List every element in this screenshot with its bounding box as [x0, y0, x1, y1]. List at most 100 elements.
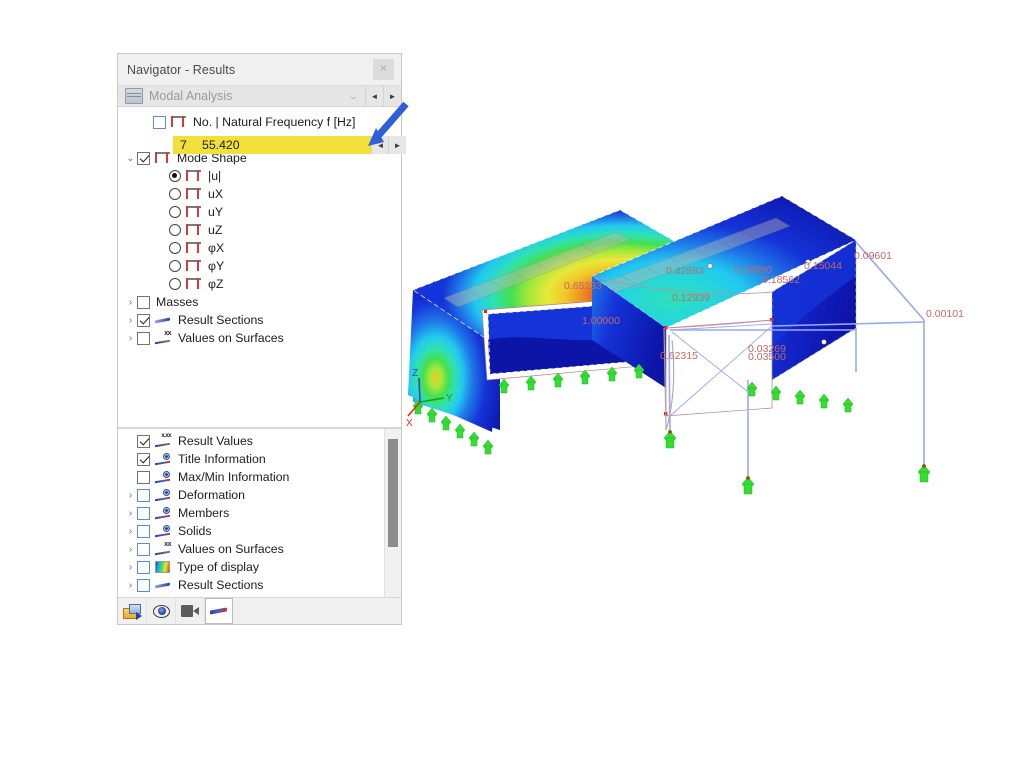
display-option-members[interactable]: › Members: [118, 504, 401, 522]
radio-uX[interactable]: [169, 188, 181, 200]
tree-item-label: No. | Natural Frequency f [Hz]: [193, 115, 356, 129]
tree-item-y[interactable]: φY: [150, 257, 401, 275]
display-option-result-sections[interactable]: › Result Sections: [118, 576, 401, 594]
radio-|u|[interactable]: [169, 170, 181, 182]
display-option-values-on-surfaces[interactable]: › xx Values on Surfaces: [118, 540, 401, 558]
expander-icon[interactable]: ›: [124, 508, 137, 519]
svg-text:X: X: [406, 418, 413, 429]
type-of-display-icon: [155, 561, 170, 573]
tree-item-uz[interactable]: uZ: [150, 221, 401, 239]
display-option-type-of-display[interactable]: › Type of display: [118, 558, 401, 576]
tree-item-values-on-surfaces[interactable]: › xx Values on Surfaces: [118, 329, 401, 347]
checkbox-values-on-surfaces[interactable]: [137, 542, 150, 556]
tree-item-masses[interactable]: › Masses: [118, 293, 401, 311]
expander-icon[interactable]: ›: [124, 297, 137, 308]
tree-item-no-natural-frequency-f-hz[interactable]: No. | Natural Frequency f [Hz]: [134, 113, 401, 131]
selected-mode-row[interactable]: 7 55.420 ⌄: [173, 136, 402, 154]
mode-next-button[interactable]: ►: [388, 136, 406, 154]
tree-item-uy[interactable]: uY: [150, 203, 401, 221]
result-sections-icon: [155, 579, 171, 591]
display-option-max-min-information[interactable]: Max/Min Information: [118, 468, 401, 486]
tree-item-z[interactable]: φZ: [150, 275, 401, 293]
tree-item-ux[interactable]: uX: [150, 185, 401, 203]
display-option-deformation[interactable]: › Deformation: [118, 486, 401, 504]
display-option-label: Result Values: [178, 434, 253, 448]
tree-item-label: φX: [208, 241, 225, 255]
display-options-scrollbar[interactable]: [384, 429, 401, 597]
checkbox-result-sections[interactable]: [137, 313, 150, 327]
checkbox-title-information[interactable]: [137, 452, 150, 466]
chevron-down-icon[interactable]: ⌄: [347, 91, 358, 102]
surface-icon: [186, 170, 201, 182]
expander-icon[interactable]: ›: [124, 490, 137, 501]
expander-icon[interactable]: ⌄: [124, 153, 137, 164]
surface-icon: [186, 242, 201, 254]
results-display-icon[interactable]: [205, 598, 233, 624]
expander-icon[interactable]: ›: [124, 526, 137, 537]
surface-icon: [171, 116, 186, 128]
checkbox-solids[interactable]: [137, 524, 150, 538]
model-viewport[interactable]: X Y Z 0.65233 1.00000 0.42883 0.12939 0.1899…: [404, 180, 1024, 520]
checkbox-max-min-information[interactable]: [137, 470, 150, 484]
open-project-icon[interactable]: [118, 598, 147, 624]
checkbox-result-values[interactable]: [137, 434, 150, 448]
display-option-label: Max/Min Information: [178, 470, 290, 484]
solids-icon: [155, 525, 171, 538]
navigator-title: Navigator - Results: [127, 62, 236, 77]
analysis-prev-button[interactable]: ◄: [365, 86, 383, 106]
tree-item-label: φY: [208, 259, 225, 273]
display-option-label: Result Sections: [178, 578, 264, 592]
scrollbar-thumb[interactable]: [388, 439, 398, 547]
expander-icon[interactable]: ›: [124, 315, 137, 326]
checkbox-type-of-display[interactable]: [137, 560, 150, 574]
maxmin-information-icon: [155, 471, 171, 484]
mode-prev-button[interactable]: ◄: [371, 136, 389, 154]
analysis-type-combo[interactable]: Modal Analysis ⌄ ◄ ►: [118, 85, 401, 107]
display-option-label: Members: [178, 506, 230, 520]
tree-item-label: uZ: [208, 223, 223, 237]
navigator-bottom-toolbar: [118, 597, 401, 624]
tree-item-label: φZ: [208, 277, 224, 291]
checkbox-values-on-surfaces[interactable]: [137, 331, 150, 345]
radio-φZ[interactable]: [169, 278, 181, 290]
tree-item-u[interactable]: |u|: [150, 167, 401, 185]
checkbox-no-natural-frequency-f-hz[interactable]: [153, 115, 166, 129]
checkbox-result-sections[interactable]: [137, 578, 150, 592]
visibility-eye-icon[interactable]: [147, 598, 176, 624]
values-on-surfaces-icon: xx: [155, 330, 171, 345]
display-option-solids[interactable]: › Solids: [118, 522, 401, 540]
expander-icon[interactable]: ›: [124, 562, 137, 573]
result-sections-icon: [155, 314, 171, 326]
display-option-result-values[interactable]: x.xx Result Values: [118, 432, 401, 450]
radio-φX[interactable]: [169, 242, 181, 254]
values-on-surfaces-icon: xx: [155, 541, 171, 556]
checkbox-deformation[interactable]: [137, 488, 150, 502]
result-values-icon: x.xx: [155, 433, 171, 448]
tree-item-x[interactable]: φX: [150, 239, 401, 257]
radio-uY[interactable]: [169, 206, 181, 218]
analysis-next-button[interactable]: ►: [383, 86, 401, 106]
radio-uZ[interactable]: [169, 224, 181, 236]
surface-icon: [186, 278, 201, 290]
camera-icon[interactable]: [176, 598, 205, 624]
display-option-label: Deformation: [178, 488, 245, 502]
radio-φY[interactable]: [169, 260, 181, 272]
tree-item-result-sections[interactable]: › Result Sections: [118, 311, 401, 329]
expander-icon[interactable]: ›: [124, 333, 137, 344]
close-icon[interactable]: ✕: [373, 59, 394, 80]
expander-icon[interactable]: ›: [124, 580, 137, 591]
expander-icon[interactable]: ›: [124, 544, 137, 555]
checkbox-members[interactable]: [137, 506, 150, 520]
mode-frequency: 55.420: [202, 138, 240, 152]
checkbox-masses[interactable]: [137, 295, 150, 309]
results-tree: No. | Natural Frequency f [Hz] ⌄ Mode Shap…: [118, 107, 401, 428]
deformation-icon: [155, 489, 171, 502]
svg-text:Y: Y: [446, 393, 453, 404]
svg-text:Z: Z: [412, 368, 418, 379]
surface-icon: [186, 260, 201, 272]
title-information-icon: [155, 453, 171, 466]
display-option-title-information[interactable]: Title Information: [118, 450, 401, 468]
surface-icon: [155, 152, 170, 164]
surface-icon: [186, 206, 201, 218]
checkbox-mode-shape[interactable]: [137, 151, 150, 165]
